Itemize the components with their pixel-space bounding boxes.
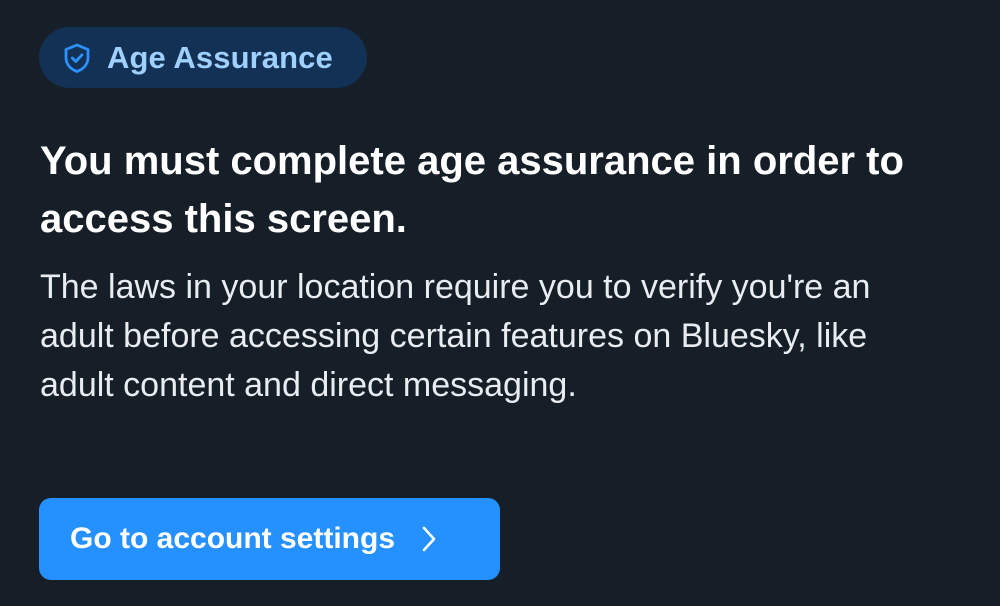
chevron-right-icon	[421, 524, 441, 554]
badge-label: Age Assurance	[107, 40, 333, 75]
description-text: The laws in your location require you to…	[40, 268, 871, 404]
shield-check-icon	[61, 42, 93, 74]
go-to-account-settings-button[interactable]: Go to account settings	[39, 498, 500, 580]
age-assurance-badge: Age Assurance	[39, 27, 367, 88]
page-title: You must complete age assurance in order…	[40, 139, 904, 241]
button-label: Go to account settings	[70, 522, 396, 555]
